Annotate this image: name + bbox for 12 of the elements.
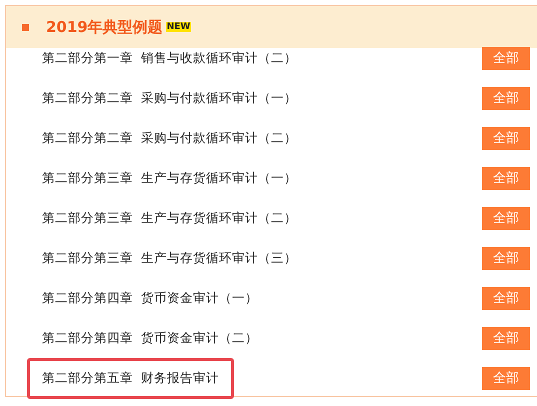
chapter-title[interactable]: 第二部分第一章 销售与收款循环审计（二） [27, 38, 312, 78]
chapter-title[interactable]: 第二部分第二章 采购与付款循环审计（一） [27, 78, 312, 118]
chapter-title[interactable]: 第二部分第三章 生产与存货循环审计（三） [27, 238, 312, 278]
chapter-title[interactable]: 第二部分第二章 采购与付款循环审计（二） [27, 118, 312, 158]
new-badge: NEW [166, 22, 192, 32]
chapter-title[interactable]: 第二部分第三章 生产与存货循环审计（一） [27, 158, 312, 198]
chapter-title[interactable]: 第二部分第五章 财务报告审计 [27, 358, 234, 398]
chapter-title[interactable]: 第二部分第四章 货币资金审计（二） [27, 318, 273, 358]
section-title: 2019年典型例题 [46, 18, 163, 36]
square-bullet-icon [22, 24, 29, 30]
chapter-title[interactable]: 第二部分第四章 货币资金审计（一） [27, 278, 273, 318]
chapter-title[interactable]: 第二部分第三章 生产与存货循环审计（二） [27, 198, 312, 238]
